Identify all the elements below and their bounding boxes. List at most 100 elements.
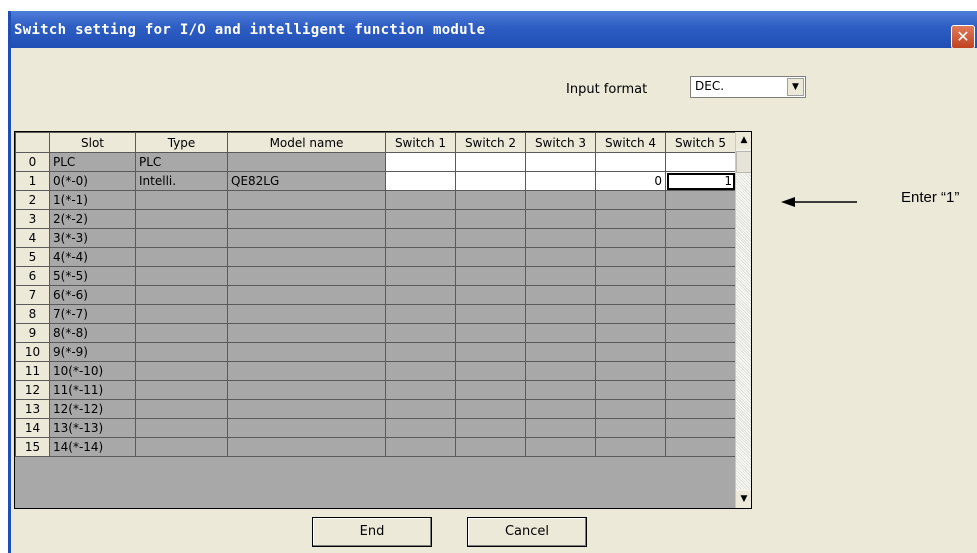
slot-cell[interactable]: 8(*-8) bbox=[49, 323, 136, 343]
switch-5-cell[interactable] bbox=[665, 190, 736, 210]
type-cell[interactable] bbox=[135, 361, 228, 381]
type-cell[interactable] bbox=[135, 342, 228, 362]
row-number[interactable]: 10 bbox=[15, 342, 50, 362]
row-number[interactable]: 13 bbox=[15, 399, 50, 419]
switch-5-cell[interactable] bbox=[665, 304, 736, 324]
switch-5-cell[interactable] bbox=[665, 228, 736, 248]
switch-4-cell[interactable] bbox=[595, 418, 666, 438]
model-name-cell[interactable] bbox=[227, 418, 386, 438]
switch-3-cell[interactable] bbox=[525, 285, 596, 305]
switch-2-cell[interactable] bbox=[455, 361, 526, 381]
scroll-up-icon[interactable]: ▲ bbox=[736, 132, 751, 149]
switch-1-cell[interactable] bbox=[385, 380, 456, 400]
model-name-cell[interactable] bbox=[227, 342, 386, 362]
switch-3-cell[interactable] bbox=[525, 399, 596, 419]
switch-2-cell[interactable] bbox=[455, 418, 526, 438]
switch-5-cell[interactable] bbox=[665, 437, 736, 457]
switch-3-cell[interactable] bbox=[525, 437, 596, 457]
switch-5-cell[interactable] bbox=[665, 266, 736, 286]
switch-1-cell[interactable] bbox=[385, 437, 456, 457]
row-number[interactable]: 8 bbox=[15, 304, 50, 324]
model-name-cell[interactable] bbox=[227, 437, 386, 457]
close-button[interactable]: ✕ bbox=[951, 25, 975, 49]
switch-1-cell[interactable] bbox=[385, 247, 456, 267]
switch-5-cell[interactable]: 1 bbox=[665, 171, 736, 191]
switch-2-cell[interactable] bbox=[455, 247, 526, 267]
switch-3-cell[interactable] bbox=[525, 323, 596, 343]
switch-2-cell[interactable] bbox=[455, 380, 526, 400]
row-number[interactable]: 9 bbox=[15, 323, 50, 343]
row-number[interactable]: 2 bbox=[15, 190, 50, 210]
row-number[interactable]: 5 bbox=[15, 247, 50, 267]
slot-cell[interactable]: 13(*-13) bbox=[49, 418, 136, 438]
switch-3-cell[interactable] bbox=[525, 380, 596, 400]
model-name-cell[interactable] bbox=[227, 228, 386, 248]
slot-cell[interactable]: 0(*-0) bbox=[49, 171, 136, 191]
end-button[interactable]: End bbox=[312, 517, 432, 547]
cancel-button[interactable]: Cancel bbox=[467, 517, 587, 547]
row-number[interactable]: 14 bbox=[15, 418, 50, 438]
slot-cell[interactable]: 12(*-12) bbox=[49, 399, 136, 419]
type-cell[interactable] bbox=[135, 209, 228, 229]
slot-cell[interactable]: 10(*-10) bbox=[49, 361, 136, 381]
switch-3-cell[interactable] bbox=[525, 152, 596, 172]
type-cell[interactable]: PLC bbox=[135, 152, 228, 172]
row-number[interactable]: 0 bbox=[15, 152, 50, 172]
type-cell[interactable] bbox=[135, 190, 228, 210]
switch-2-cell[interactable] bbox=[455, 285, 526, 305]
switch-4-cell[interactable] bbox=[595, 304, 666, 324]
type-cell[interactable] bbox=[135, 304, 228, 324]
vertical-scrollbar[interactable]: ▲ ▼ bbox=[735, 132, 751, 508]
switch-1-cell[interactable] bbox=[385, 361, 456, 381]
switch-2-cell[interactable] bbox=[455, 399, 526, 419]
switch-1-cell[interactable] bbox=[385, 190, 456, 210]
switch-5-cell[interactable] bbox=[665, 380, 736, 400]
switch-4-cell[interactable] bbox=[595, 361, 666, 381]
model-name-cell[interactable] bbox=[227, 304, 386, 324]
switch-3-cell[interactable] bbox=[525, 171, 596, 191]
chevron-down-icon[interactable]: ▼ bbox=[787, 78, 804, 96]
model-name-cell[interactable] bbox=[227, 152, 386, 172]
switch-1-cell[interactable] bbox=[385, 304, 456, 324]
slot-cell[interactable]: 2(*-2) bbox=[49, 209, 136, 229]
switch-4-cell[interactable]: 0 bbox=[595, 171, 666, 191]
switch-2-cell[interactable] bbox=[455, 152, 526, 172]
switch-1-cell[interactable] bbox=[385, 171, 456, 191]
model-name-cell[interactable] bbox=[227, 361, 386, 381]
switch-1-cell[interactable] bbox=[385, 399, 456, 419]
scroll-down-icon[interactable]: ▼ bbox=[736, 491, 751, 508]
switch-5-cell[interactable] bbox=[665, 342, 736, 362]
switch-3-cell[interactable] bbox=[525, 342, 596, 362]
switch-5-cell[interactable] bbox=[665, 399, 736, 419]
switch-3-cell[interactable] bbox=[525, 228, 596, 248]
switch-4-cell[interactable] bbox=[595, 209, 666, 229]
row-number[interactable]: 1 bbox=[15, 171, 50, 191]
switch-5-cell[interactable] bbox=[665, 323, 736, 343]
switch-2-cell[interactable] bbox=[455, 437, 526, 457]
switch-1-cell[interactable] bbox=[385, 209, 456, 229]
switch-4-cell[interactable] bbox=[595, 399, 666, 419]
row-number[interactable]: 12 bbox=[15, 380, 50, 400]
switch-1-cell[interactable] bbox=[385, 152, 456, 172]
switch-2-cell[interactable] bbox=[455, 323, 526, 343]
switch-4-cell[interactable] bbox=[595, 437, 666, 457]
row-number[interactable]: 11 bbox=[15, 361, 50, 381]
switch-2-cell[interactable] bbox=[455, 304, 526, 324]
model-name-cell[interactable] bbox=[227, 247, 386, 267]
title-bar[interactable]: Switch setting for I/O and intelligent f… bbox=[8, 11, 977, 49]
switch-5-cell[interactable] bbox=[665, 285, 736, 305]
type-cell[interactable] bbox=[135, 228, 228, 248]
switch-5-cell[interactable] bbox=[665, 209, 736, 229]
row-number[interactable]: 15 bbox=[15, 437, 50, 457]
type-cell[interactable] bbox=[135, 247, 228, 267]
type-cell[interactable] bbox=[135, 380, 228, 400]
switch-3-cell[interactable] bbox=[525, 209, 596, 229]
switch-3-cell[interactable] bbox=[525, 418, 596, 438]
slot-cell[interactable]: 14(*-14) bbox=[49, 437, 136, 457]
type-cell[interactable] bbox=[135, 323, 228, 343]
switch-3-cell[interactable] bbox=[525, 361, 596, 381]
switch-5-cell[interactable] bbox=[665, 247, 736, 267]
slot-cell[interactable]: 11(*-11) bbox=[49, 380, 136, 400]
slot-cell[interactable]: 7(*-7) bbox=[49, 304, 136, 324]
type-cell[interactable] bbox=[135, 418, 228, 438]
